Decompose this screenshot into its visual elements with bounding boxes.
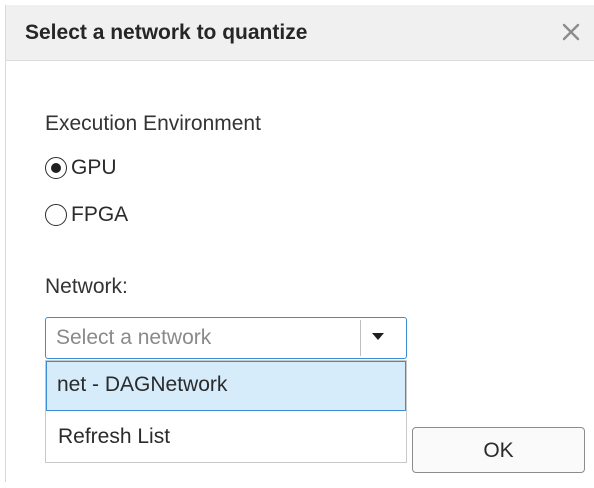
network-dropdown-list: net - DAGNetwork Refresh List [45,360,407,463]
radio-label-fpga: FPGA [71,203,129,226]
radio-button-gpu[interactable] [45,157,67,179]
radio-selected-dot [51,163,61,173]
network-dropdown-placeholder: Select a network [56,326,212,349]
network-label: Network: [45,275,128,298]
execution-environment-label: Execution Environment [45,112,261,135]
network-option-net-dagnetwork[interactable]: net - DAGNetwork [46,361,406,411]
dialog-title: Select a network to quantize [25,21,308,44]
dialog-titlebar: Select a network to quantize [6,5,594,61]
network-option-refresh-list[interactable]: Refresh List [46,413,406,463]
close-icon[interactable] [559,20,583,44]
quantize-dialog: Select a network to quantize Execution E… [5,5,594,482]
network-dropdown[interactable]: Select a network [45,317,407,359]
radio-button-fpga[interactable] [45,204,67,226]
chevron-down-icon[interactable] [372,333,384,340]
dropdown-divider [360,320,361,356]
radio-label-gpu: GPU [71,156,117,179]
radio-fpga[interactable]: FPGA [45,200,128,230]
radio-gpu[interactable]: GPU [45,153,117,183]
ok-button[interactable]: OK [412,427,585,473]
